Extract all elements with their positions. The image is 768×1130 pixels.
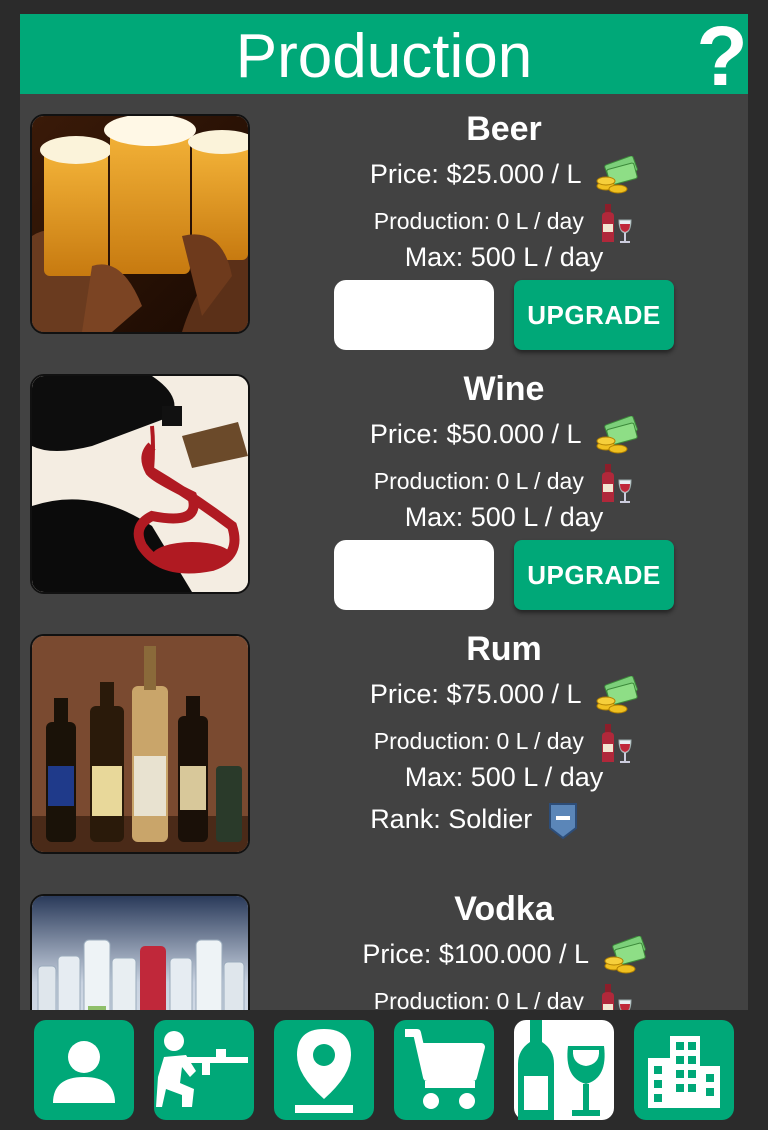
item-name: Beer xyxy=(466,110,542,148)
item-name: Vodka xyxy=(454,890,554,928)
wine-bottle-icon xyxy=(602,204,632,243)
item-price: Price: $100.000 / L xyxy=(362,939,589,970)
rank-badge-icon xyxy=(548,803,577,840)
money-icon xyxy=(596,676,638,714)
page-title: Production xyxy=(235,22,533,91)
list-item-rum: Rum Price: $75.000 / L Production: 0 L /… xyxy=(20,614,748,874)
person-icon xyxy=(53,1041,115,1103)
top-header: Production ? xyxy=(20,14,748,98)
list-item-vodka: Vodka Price: $100.000 / L Production: 0 … xyxy=(20,874,748,1010)
item-max: Max: 500 L / day xyxy=(404,502,604,532)
bottle-glass-icon xyxy=(518,1020,605,1120)
nav-production-button[interactable] xyxy=(514,1020,614,1120)
wine-bottle-icon xyxy=(602,984,632,1010)
item-production: Production: 0 L / day xyxy=(373,728,584,755)
item-name: Wine xyxy=(463,370,545,408)
item-max: Max: 500 L / day xyxy=(404,242,604,272)
item-max: Max: 500 L / day xyxy=(404,762,604,792)
nav-buildings-button[interactable] xyxy=(634,1020,734,1120)
nav-map-button[interactable] xyxy=(274,1020,374,1120)
item-price: Price: $50.000 / L xyxy=(369,419,581,450)
wine-bottle-icon xyxy=(602,464,632,503)
quantity-input[interactable] xyxy=(334,540,494,610)
list-item-beer: Beer Price: $25.000 / L Production: 0 L … xyxy=(20,94,748,354)
money-icon xyxy=(604,936,646,974)
production-list: Beer Price: $25.000 / L Production: 0 L … xyxy=(20,94,748,1010)
item-production: Production: 0 L / day xyxy=(373,468,584,495)
nav-profile-button[interactable] xyxy=(34,1020,134,1120)
wine-bottle-icon xyxy=(602,724,632,763)
help-button[interactable]: ? xyxy=(692,14,752,98)
soldier-rifle-icon xyxy=(156,1031,248,1107)
quantity-input[interactable] xyxy=(334,280,494,350)
money-icon xyxy=(596,416,638,454)
item-price: Price: $75.000 / L xyxy=(369,679,581,710)
item-name: Rum xyxy=(466,630,542,668)
money-icon xyxy=(596,156,638,194)
vodka-image xyxy=(30,894,250,1010)
item-rank: Rank: Soldier xyxy=(370,804,533,835)
item-production: Production: 0 L / day xyxy=(373,208,584,235)
item-production: Production: 0 L / day xyxy=(373,988,584,1010)
upgrade-button[interactable]: UPGRADE xyxy=(514,280,674,350)
list-item-wine: Wine Price: $50.000 / L Production: 0 L … xyxy=(20,354,748,614)
nav-shop-button[interactable] xyxy=(394,1020,494,1120)
bottom-nav xyxy=(0,1010,768,1130)
map-pin-icon xyxy=(295,1029,353,1113)
nav-combat-button[interactable] xyxy=(154,1020,254,1120)
beer-image xyxy=(30,114,250,334)
wine-image xyxy=(30,374,250,594)
building-icon xyxy=(648,1036,720,1108)
upgrade-button[interactable]: UPGRADE xyxy=(514,540,674,610)
item-price: Price: $25.000 / L xyxy=(369,159,581,190)
rum-image xyxy=(30,634,250,854)
shopping-cart-icon xyxy=(405,1029,485,1109)
